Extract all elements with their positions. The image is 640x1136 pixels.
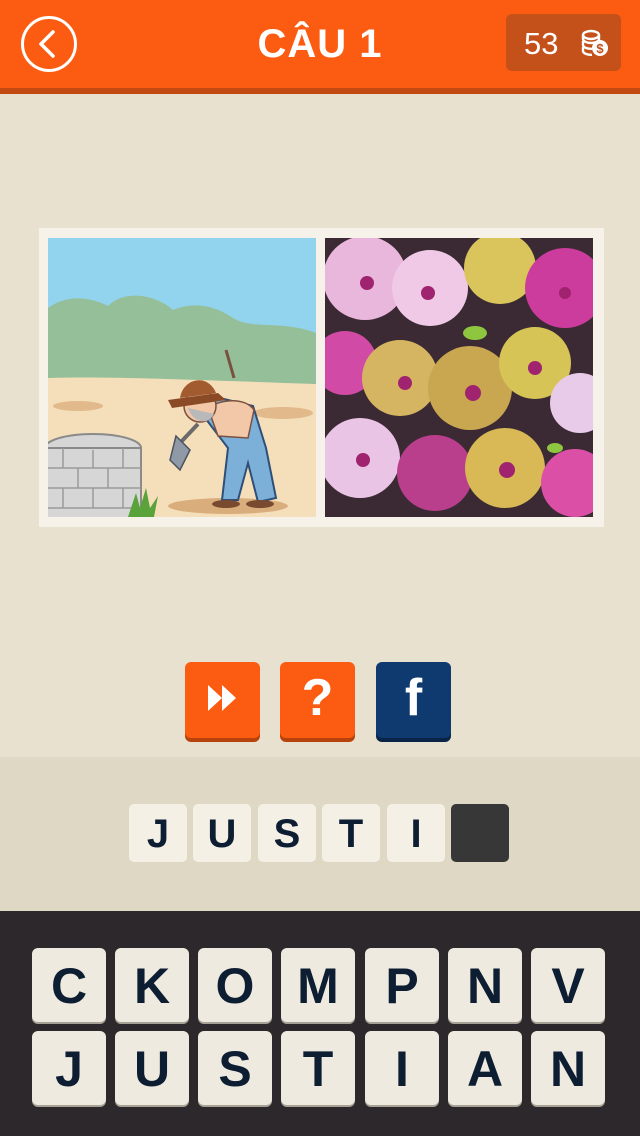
answer-slot-empty[interactable] bbox=[451, 804, 509, 862]
chevron-left-icon bbox=[39, 30, 55, 58]
back-button[interactable] bbox=[21, 16, 77, 72]
letter-key[interactable]: A bbox=[448, 1031, 522, 1105]
answer-area bbox=[0, 757, 640, 911]
letter-key[interactable]: O bbox=[198, 948, 272, 1022]
letter-key[interactable]: I bbox=[365, 1031, 439, 1105]
answer-slot[interactable]: I bbox=[387, 804, 445, 862]
letter-key[interactable]: P bbox=[365, 948, 439, 1022]
question-mark-icon: ? bbox=[301, 669, 334, 727]
fast-forward-icon bbox=[208, 685, 236, 711]
puzzle-picture-frame bbox=[39, 228, 604, 527]
letter-key[interactable]: J bbox=[32, 1031, 106, 1105]
puzzle-image-orchids bbox=[325, 238, 593, 517]
answer-slot[interactable]: S bbox=[258, 804, 316, 862]
hint-button[interactable]: ? bbox=[280, 662, 355, 738]
letter-key[interactable]: T bbox=[281, 1031, 355, 1105]
coin-stack-icon: $ bbox=[581, 29, 608, 57]
coin-count: 53 bbox=[524, 26, 559, 61]
letter-key[interactable]: U bbox=[115, 1031, 189, 1105]
puzzle-image-farmer bbox=[48, 238, 316, 517]
skip-button[interactable] bbox=[185, 662, 260, 738]
letter-key[interactable]: N bbox=[531, 1031, 605, 1105]
facebook-share-button[interactable]: f bbox=[376, 662, 451, 738]
letter-key[interactable]: C bbox=[32, 948, 106, 1022]
top-bar-shadow bbox=[0, 88, 640, 94]
coin-counter[interactable]: 53 $ bbox=[506, 14, 621, 71]
svg-text:$: $ bbox=[596, 41, 604, 56]
facebook-icon: f bbox=[404, 669, 423, 727]
letter-key[interactable]: N bbox=[448, 948, 522, 1022]
answer-slot[interactable]: J bbox=[129, 804, 187, 862]
answer-slot[interactable]: U bbox=[193, 804, 251, 862]
letter-key[interactable]: K bbox=[115, 948, 189, 1022]
letter-key[interactable]: S bbox=[198, 1031, 272, 1105]
letter-key[interactable]: M bbox=[281, 948, 355, 1022]
answer-slot[interactable]: T bbox=[322, 804, 380, 862]
letter-key[interactable]: V bbox=[531, 948, 605, 1022]
